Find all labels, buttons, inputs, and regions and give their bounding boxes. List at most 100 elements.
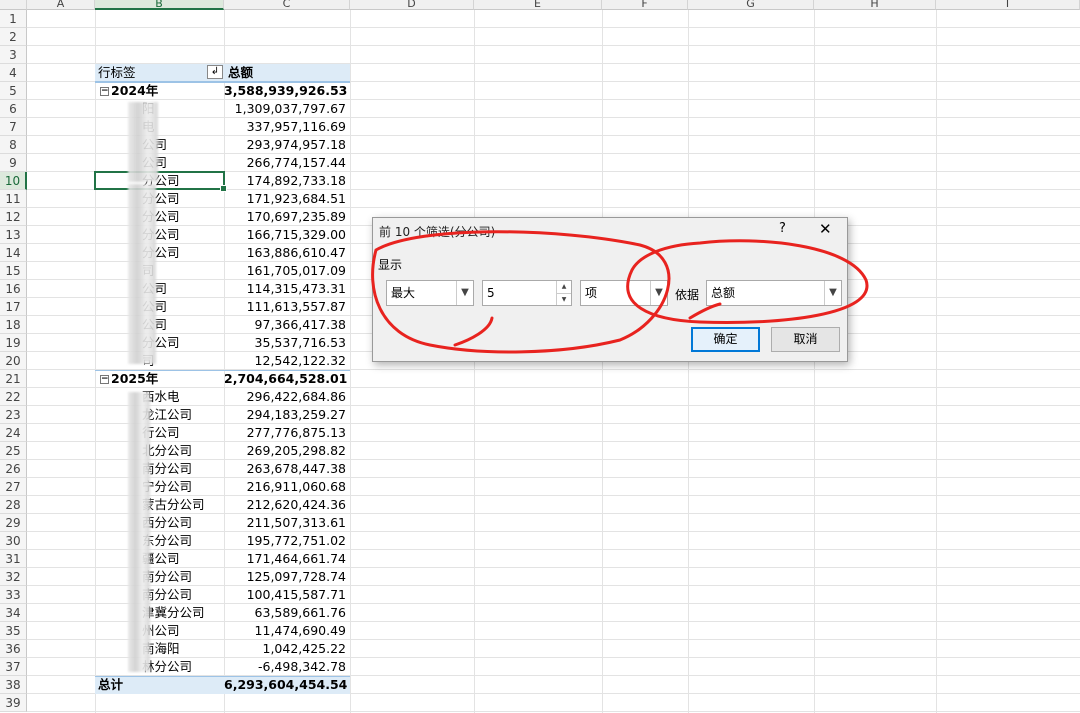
- pivot-item-value[interactable]: 296,422,684.86: [224, 388, 350, 406]
- pivot-item-label[interactable]: 分公司: [96, 334, 224, 352]
- row-header[interactable]: 18: [0, 316, 27, 334]
- pivot-item-label[interactable]: 南海阳: [96, 640, 224, 658]
- row-header[interactable]: 30: [0, 532, 27, 550]
- pivot-item-value[interactable]: 269,205,298.82: [224, 442, 350, 460]
- pivot-item-label[interactable]: 北分公司: [96, 442, 224, 460]
- row-header[interactable]: 22: [0, 388, 27, 406]
- pivot-item-value[interactable]: 211,507,313.61: [224, 514, 350, 532]
- row-header[interactable]: 32: [0, 568, 27, 586]
- pivot-item-value[interactable]: 174,892,733.18: [224, 172, 350, 190]
- pivot-item-value[interactable]: 277,776,875.13: [224, 424, 350, 442]
- pivot-group-label[interactable]: −2024年: [96, 82, 224, 100]
- column-header-f[interactable]: F: [602, 0, 688, 10]
- row-header[interactable]: 38: [0, 676, 27, 694]
- pivot-item-label[interactable]: 林分公司: [96, 658, 224, 676]
- row-header[interactable]: 8: [0, 136, 27, 154]
- row-header[interactable]: 6: [0, 100, 27, 118]
- pivot-item-value[interactable]: 212,620,424.36: [224, 496, 350, 514]
- basis-field-dropdown[interactable]: 总额 ▼: [706, 280, 842, 306]
- row-header[interactable]: 23: [0, 406, 27, 424]
- pivot-item-label[interactable]: 行公司: [96, 424, 224, 442]
- row-header[interactable]: 2: [0, 28, 27, 46]
- pivot-group-total[interactable]: 3,588,939,926.53: [224, 82, 350, 100]
- row-header[interactable]: 19: [0, 334, 27, 352]
- row-header[interactable]: 16: [0, 280, 27, 298]
- pivot-item-value[interactable]: 216,911,060.68: [224, 478, 350, 496]
- pivot-item-label[interactable]: 分公司: [96, 244, 224, 262]
- pivot-item-value[interactable]: 12,542,122.32: [224, 352, 350, 370]
- pivot-item-value[interactable]: 1,309,037,797.67: [224, 100, 350, 118]
- cancel-button[interactable]: 取消: [771, 327, 840, 352]
- row-header[interactable]: 31: [0, 550, 27, 568]
- column-header-b[interactable]: B: [95, 0, 224, 10]
- row-header[interactable]: 26: [0, 460, 27, 478]
- column-header-c[interactable]: C: [224, 0, 350, 10]
- collapse-icon[interactable]: −: [100, 87, 109, 96]
- row-header[interactable]: 11: [0, 190, 27, 208]
- ok-button[interactable]: 确定: [691, 327, 760, 352]
- row-header[interactable]: 25: [0, 442, 27, 460]
- row-header[interactable]: 36: [0, 640, 27, 658]
- row-header[interactable]: 4: [0, 64, 27, 82]
- column-header-h[interactable]: H: [814, 0, 936, 10]
- column-header-g[interactable]: G: [688, 0, 814, 10]
- row-header[interactable]: 3: [0, 46, 27, 64]
- pivot-item-label[interactable]: 公司: [96, 316, 224, 334]
- pivot-item-label[interactable]: 州公司: [96, 622, 224, 640]
- column-header-d[interactable]: D: [350, 0, 474, 10]
- pivot-item-label[interactable]: 南分公司: [96, 586, 224, 604]
- column-header-e[interactable]: E: [474, 0, 602, 10]
- pivot-item-label[interactable]: 西分公司: [96, 514, 224, 532]
- grand-total-label[interactable]: 总计: [96, 676, 224, 694]
- pivot-item-label[interactable]: 阳: [96, 100, 224, 118]
- pivot-item-value[interactable]: -6,498,342.78: [224, 658, 350, 676]
- pivot-item-label[interactable]: 东分公司: [96, 532, 224, 550]
- pivot-item-label[interactable]: 公司: [96, 154, 224, 172]
- count-spinner[interactable]: 5 ▲ ▼: [482, 280, 572, 306]
- row-header[interactable]: 12: [0, 208, 27, 226]
- pivot-item-value[interactable]: 35,537,716.53: [224, 334, 350, 352]
- pivot-item-value[interactable]: 100,415,587.71: [224, 586, 350, 604]
- pivot-item-label[interactable]: 电: [96, 118, 224, 136]
- grand-total-value[interactable]: 6,293,604,454.54: [224, 676, 350, 694]
- show-type-dropdown[interactable]: 最大 ▼: [386, 280, 474, 306]
- count-value[interactable]: 5: [487, 286, 495, 300]
- help-icon[interactable]: ?: [779, 221, 786, 236]
- pivot-item-value[interactable]: 1,042,425.22: [224, 640, 350, 658]
- pivot-row-label-header[interactable]: 行标签: [96, 64, 224, 82]
- pivot-item-label[interactable]: 司: [96, 262, 224, 280]
- pivot-item-value[interactable]: 11,474,690.49: [224, 622, 350, 640]
- pivot-item-value[interactable]: 171,464,661.74: [224, 550, 350, 568]
- pivot-item-value[interactable]: 293,974,957.18: [224, 136, 350, 154]
- pivot-item-value[interactable]: 171,923,684.51: [224, 190, 350, 208]
- row-header[interactable]: 35: [0, 622, 27, 640]
- row-header[interactable]: 21: [0, 370, 27, 388]
- row-header[interactable]: 34: [0, 604, 27, 622]
- pivot-item-label[interactable]: 南分公司: [96, 460, 224, 478]
- pivot-item-value[interactable]: 294,183,259.27: [224, 406, 350, 424]
- row-header[interactable]: 24: [0, 424, 27, 442]
- row-header[interactable]: 27: [0, 478, 27, 496]
- row-header[interactable]: 7: [0, 118, 27, 136]
- row-header[interactable]: 29: [0, 514, 27, 532]
- pivot-item-value[interactable]: 161,705,017.09: [224, 262, 350, 280]
- select-all-corner[interactable]: [0, 0, 27, 10]
- row-header[interactable]: 28: [0, 496, 27, 514]
- chevron-down-icon[interactable]: ▼: [650, 281, 667, 305]
- pivot-item-label[interactable]: 公司: [96, 298, 224, 316]
- pivot-group-label[interactable]: −2025年: [96, 370, 224, 388]
- pivot-item-value[interactable]: 337,957,116.69: [224, 118, 350, 136]
- close-icon[interactable]: ✕: [819, 220, 832, 238]
- pivot-item-label[interactable]: 西水电: [96, 388, 224, 406]
- pivot-item-label[interactable]: 龙江公司: [96, 406, 224, 424]
- pivot-item-value[interactable]: 111,613,557.87: [224, 298, 350, 316]
- row-header[interactable]: 1: [0, 10, 27, 28]
- pivot-item-value[interactable]: 125,097,728.74: [224, 568, 350, 586]
- pivot-item-label[interactable]: 津冀分公司: [96, 604, 224, 622]
- pivot-item-value[interactable]: 195,772,751.02: [224, 532, 350, 550]
- spinner-buttons[interactable]: ▲ ▼: [556, 281, 571, 305]
- row-header[interactable]: 33: [0, 586, 27, 604]
- pivot-item-label[interactable]: 分公司: [96, 226, 224, 244]
- pivot-item-value[interactable]: 263,678,447.38: [224, 460, 350, 478]
- pivot-item-value[interactable]: 63,589,661.76: [224, 604, 350, 622]
